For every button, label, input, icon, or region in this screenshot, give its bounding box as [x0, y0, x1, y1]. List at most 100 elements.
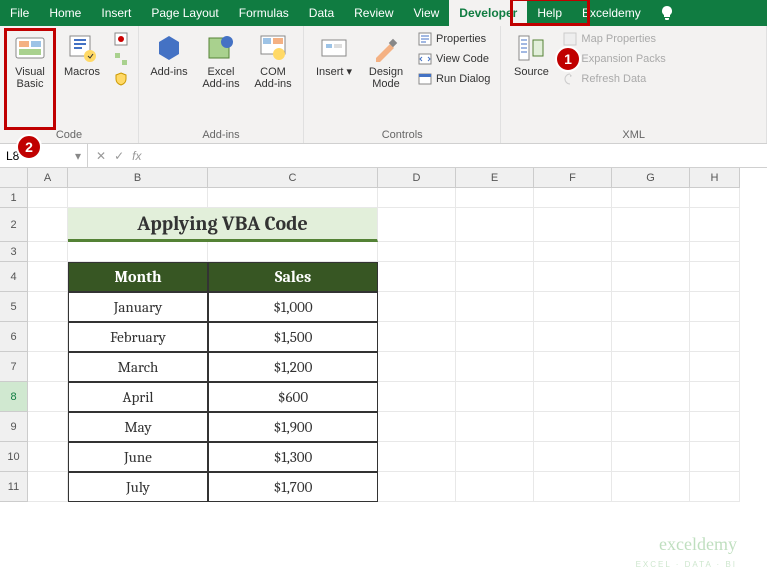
cell[interactable]	[378, 242, 456, 262]
cell[interactable]	[378, 352, 456, 382]
cell[interactable]	[378, 382, 456, 412]
run-dialog-button[interactable]: Run Dialog	[414, 70, 494, 88]
tab-file[interactable]: File	[0, 0, 39, 26]
cell[interactable]: $1,500	[208, 322, 378, 352]
cell[interactable]	[456, 292, 534, 322]
cell[interactable]: $1,000	[208, 292, 378, 322]
record-macro-button[interactable]	[110, 30, 132, 48]
cell[interactable]	[534, 242, 612, 262]
cell[interactable]: $600	[208, 382, 378, 412]
cell[interactable]: Applying VBA Code	[68, 208, 378, 242]
cancel-icon[interactable]: ✕	[96, 149, 106, 163]
cell[interactable]: May	[68, 412, 208, 442]
cell[interactable]: $1,900	[208, 412, 378, 442]
cell[interactable]	[456, 262, 534, 292]
cell[interactable]	[28, 208, 68, 242]
enter-icon[interactable]: ✓	[114, 149, 124, 163]
cell[interactable]	[612, 262, 690, 292]
row-header[interactable]: 9	[0, 412, 28, 442]
cell[interactable]	[456, 242, 534, 262]
tab-review[interactable]: Review	[344, 0, 403, 26]
column-header[interactable]: G	[612, 168, 690, 188]
visual-basic-button[interactable]: Visual Basic	[6, 30, 54, 92]
cell[interactable]	[612, 292, 690, 322]
cell[interactable]	[534, 382, 612, 412]
column-header[interactable]: C	[208, 168, 378, 188]
properties-button[interactable]: Properties	[414, 30, 494, 48]
cell[interactable]	[378, 412, 456, 442]
cell[interactable]: July	[68, 472, 208, 502]
cell[interactable]	[534, 322, 612, 352]
cell[interactable]	[68, 242, 208, 262]
row-header[interactable]: 1	[0, 188, 28, 208]
cell[interactable]	[28, 472, 68, 502]
tab-help[interactable]: Help	[527, 0, 572, 26]
cell[interactable]	[456, 382, 534, 412]
cell[interactable]: $1,200	[208, 352, 378, 382]
cell[interactable]	[690, 242, 740, 262]
row-header[interactable]: 10	[0, 442, 28, 472]
row-header[interactable]: 7	[0, 352, 28, 382]
cell[interactable]	[612, 442, 690, 472]
cell[interactable]	[534, 292, 612, 322]
cell[interactable]	[612, 322, 690, 352]
com-addins-button[interactable]: COM Add-ins	[249, 30, 297, 92]
tab-data[interactable]: Data	[299, 0, 344, 26]
cell[interactable]	[378, 292, 456, 322]
cell[interactable]: $1,300	[208, 442, 378, 472]
insert-control-button[interactable]: Insert ▾	[310, 30, 358, 80]
cell[interactable]	[690, 442, 740, 472]
cell[interactable]	[378, 322, 456, 352]
view-code-button[interactable]: View Code	[414, 50, 494, 68]
cell[interactable]	[378, 442, 456, 472]
cell[interactable]	[456, 208, 534, 242]
cell[interactable]	[378, 188, 456, 208]
source-button[interactable]: Source	[507, 30, 555, 80]
row-header[interactable]: 4	[0, 262, 28, 292]
cell[interactable]	[28, 188, 68, 208]
cell[interactable]	[612, 208, 690, 242]
cell[interactable]	[378, 472, 456, 502]
cell[interactable]	[690, 412, 740, 442]
cell[interactable]	[208, 242, 378, 262]
cell[interactable]	[28, 352, 68, 382]
row-header[interactable]: 6	[0, 322, 28, 352]
tab-insert[interactable]: Insert	[91, 0, 141, 26]
column-header[interactable]: D	[378, 168, 456, 188]
cell[interactable]	[456, 472, 534, 502]
cell[interactable]	[690, 472, 740, 502]
cell[interactable]	[28, 412, 68, 442]
cell[interactable]	[690, 188, 740, 208]
cell[interactable]: June	[68, 442, 208, 472]
cell[interactable]	[456, 352, 534, 382]
cell[interactable]	[534, 442, 612, 472]
tab-exceldemy[interactable]: Exceldemy	[572, 0, 651, 26]
name-box[interactable]: L8 ▾	[0, 144, 88, 167]
cell[interactable]: Sales	[208, 262, 378, 292]
cell[interactable]	[612, 472, 690, 502]
cell[interactable]	[68, 188, 208, 208]
cell[interactable]: April	[68, 382, 208, 412]
tab-developer[interactable]: Developer	[449, 0, 527, 26]
cell[interactable]	[690, 322, 740, 352]
cell[interactable]	[612, 352, 690, 382]
cell[interactable]	[534, 472, 612, 502]
addins-button[interactable]: Add-ins	[145, 30, 193, 80]
row-header[interactable]: 3	[0, 242, 28, 262]
tab-formulas[interactable]: Formulas	[229, 0, 299, 26]
map-properties-button[interactable]: Map Properties	[559, 30, 669, 48]
row-header[interactable]: 5	[0, 292, 28, 322]
column-header[interactable]: F	[534, 168, 612, 188]
cell[interactable]	[612, 188, 690, 208]
cell[interactable]	[612, 242, 690, 262]
tab-home[interactable]: Home	[39, 0, 91, 26]
cell[interactable]: March	[68, 352, 208, 382]
cell[interactable]	[534, 412, 612, 442]
expansion-packs-button[interactable]: Expansion Packs	[559, 50, 669, 68]
cell[interactable]	[456, 442, 534, 472]
cell[interactable]	[28, 242, 68, 262]
cell[interactable]	[534, 188, 612, 208]
cell[interactable]	[456, 412, 534, 442]
cell[interactable]	[378, 208, 456, 242]
column-header[interactable]: H	[690, 168, 740, 188]
